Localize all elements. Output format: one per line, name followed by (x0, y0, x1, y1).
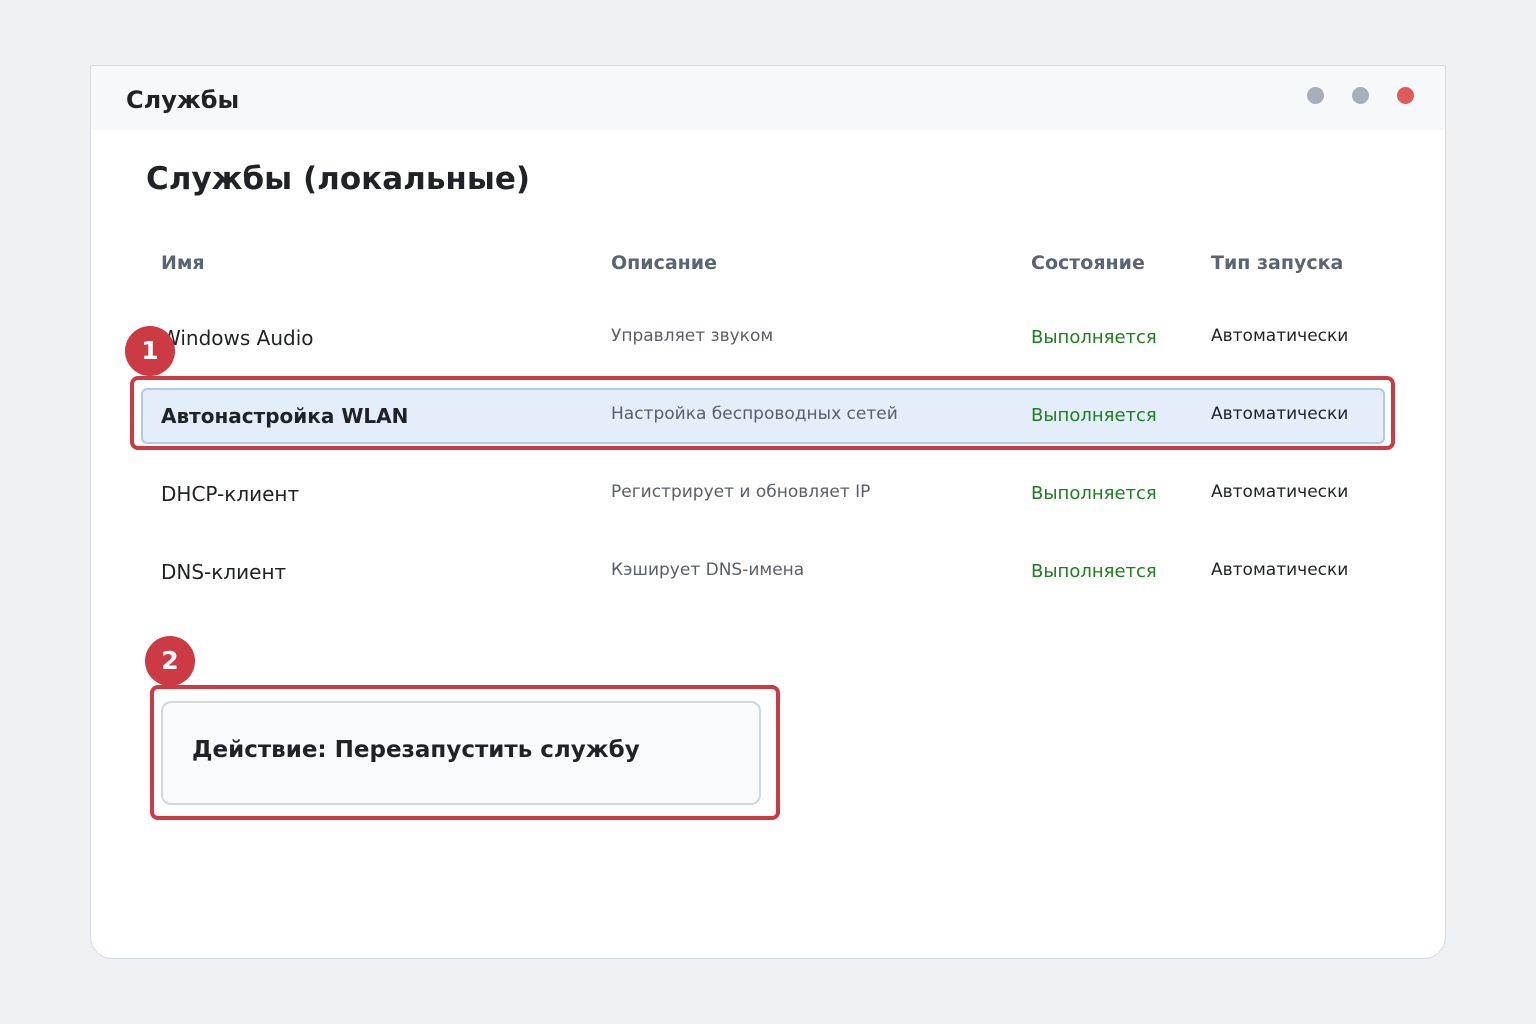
close-button[interactable] (1397, 87, 1414, 104)
service-startup-type: Автоматически (1211, 482, 1349, 502)
service-row-dhcp-client[interactable]: DHCP-клиент Регистрирует и обновляет IP … (141, 466, 1385, 522)
annotation-highlight-action (150, 685, 780, 820)
service-row-windows-audio[interactable]: Windows Audio Управляет звуком Выполняет… (141, 310, 1385, 366)
service-state: Выполняется (1031, 327, 1157, 348)
annotation-highlight-selected-row (130, 376, 1395, 450)
service-state: Выполняется (1031, 483, 1157, 504)
annotation-marker-2: 2 (145, 636, 195, 686)
service-name: DNS-клиент (161, 560, 287, 584)
column-header-name[interactable]: Имя (161, 252, 205, 274)
service-description: Кэширует DNS-имена (611, 560, 805, 580)
service-name: DHCP-клиент (161, 482, 300, 506)
window-title: Службы (126, 86, 240, 114)
service-startup-type: Автоматически (1211, 560, 1349, 580)
service-description: Управляет звуком (611, 326, 774, 346)
service-row-dns-client[interactable]: DNS-клиент Кэширует DNS-имена Выполняетс… (141, 544, 1385, 600)
maximize-button[interactable] (1352, 87, 1369, 104)
column-header-startup[interactable]: Тип запуска (1211, 252, 1343, 274)
service-description: Регистрирует и обновляет IP (611, 482, 871, 502)
annotation-marker-1: 1 (125, 326, 175, 376)
page-title: Службы (локальные) (146, 161, 531, 197)
column-header-description[interactable]: Описание (611, 252, 717, 274)
service-name: Windows Audio (161, 326, 314, 350)
column-header-state[interactable]: Состояние (1031, 252, 1145, 274)
services-window: Службы Службы (локальные) Имя Описание С… (90, 65, 1446, 959)
service-startup-type: Автоматически (1211, 326, 1349, 346)
service-state: Выполняется (1031, 561, 1157, 582)
title-bar[interactable]: Службы (91, 66, 1445, 130)
minimize-button[interactable] (1307, 87, 1324, 104)
